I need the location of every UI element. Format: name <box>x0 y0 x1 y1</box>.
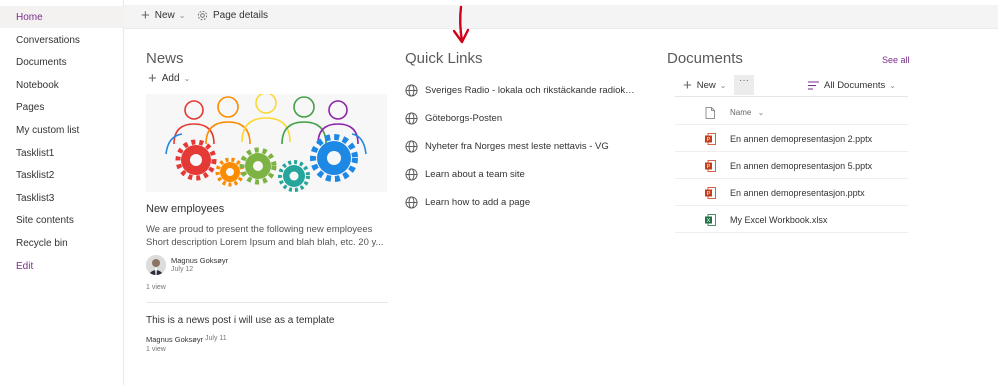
quick-link-item[interactable]: Learn how to add a page <box>405 196 530 209</box>
globe-icon <box>405 112 418 125</box>
nav-item-conversations[interactable]: Conversations <box>16 34 80 47</box>
svg-text:P: P <box>707 164 711 170</box>
quick-links-title: Quick Links <box>405 50 483 67</box>
chevron-down-icon: ⌄ <box>183 74 191 83</box>
news-section-title: News <box>146 50 184 67</box>
quick-link-item[interactable]: Göteborgs-Posten <box>405 112 502 125</box>
svg-text:P: P <box>707 191 711 197</box>
chevron-down-icon: ⌄ <box>757 108 765 117</box>
nav-item-recycle-bin[interactable]: Recycle bin <box>16 237 68 250</box>
news-add-label: Add <box>161 73 180 84</box>
documents-new-button[interactable]: + New ⌄ <box>683 76 727 94</box>
more-options-button[interactable]: ··· <box>734 75 754 95</box>
page-details-button[interactable]: Page details <box>197 10 268 21</box>
nav-item-my-custom-list[interactable]: My custom list <box>16 124 79 137</box>
news-post-views: 1 view <box>146 284 166 291</box>
quick-link-item[interactable]: Learn about a team site <box>405 168 525 181</box>
quick-link-label: Sveriges Radio - lokala och rikstäckande… <box>425 85 635 96</box>
news-post-views: 1 view <box>146 346 166 353</box>
document-row[interactable]: P En annen demopresentasjon.pptx <box>675 179 908 206</box>
chevron-down-icon: ⌄ <box>889 81 896 90</box>
new-button-label: New <box>154 10 175 21</box>
annotation-arrow-icon <box>452 5 470 44</box>
news-desc-line2: Short description Lorem Ipsum and blah b… <box>146 237 384 248</box>
document-name: My Excel Workbook.xlsx <box>730 215 828 225</box>
powerpoint-icon: P <box>705 133 716 145</box>
nav-item-home[interactable]: Home <box>16 11 43 24</box>
news-post-date: July 12 <box>171 266 194 273</box>
nav-item-tasklist3[interactable]: Tasklist3 <box>16 192 54 205</box>
see-all-link[interactable]: See all <box>882 55 910 65</box>
command-bar: + New ⌄ Page details <box>124 5 998 29</box>
news-desc-line1: We are proud to present the following ne… <box>146 224 373 235</box>
news-post-title[interactable]: New employees <box>146 203 224 215</box>
news-post-author[interactable]: Magnus Goksøyr <box>171 256 228 265</box>
document-name: En annen demopresentasjon 2.pptx <box>730 134 873 144</box>
person-avatar-icon <box>146 255 166 275</box>
document-row[interactable]: P En annen demopresentasjon 5.pptx <box>675 152 908 179</box>
plus-icon: + <box>148 69 157 87</box>
nav-item-documents[interactable]: Documents <box>16 56 67 69</box>
news-divider <box>146 302 388 303</box>
document-row[interactable]: P En annen demopresentasjon 2.pptx <box>675 125 908 152</box>
chevron-down-icon: ⌄ <box>178 11 186 20</box>
quick-link-label: Nyheter fra Norges mest leste nettavis -… <box>425 141 609 152</box>
avatar <box>146 255 166 275</box>
file-type-icon <box>705 107 715 119</box>
new-button[interactable]: + New ⌄ <box>141 6 186 24</box>
name-column-label: Name <box>730 108 752 117</box>
news-post-title[interactable]: This is a news post i will use as a temp… <box>146 315 334 326</box>
globe-icon <box>405 196 418 209</box>
globe-icon <box>405 168 418 181</box>
left-navigation: Home Conversations Documents Notebook Pa… <box>0 0 124 385</box>
news-post-image[interactable] <box>146 94 387 192</box>
people-gears-illustration <box>165 94 367 192</box>
page-details-label: Page details <box>213 10 269 21</box>
nav-edit-link[interactable]: Edit <box>16 260 33 273</box>
documents-section-title: Documents <box>667 50 743 67</box>
gear-icon <box>197 10 208 21</box>
plus-icon: + <box>683 76 692 94</box>
powerpoint-icon: P <box>705 187 716 199</box>
name-column-header[interactable]: Name ⌄ <box>730 108 764 117</box>
news-add-button[interactable]: + Add ⌄ <box>148 69 191 87</box>
quick-link-label: Göteborgs-Posten <box>425 113 503 124</box>
nav-item-site-contents[interactable]: Site contents <box>16 214 74 227</box>
document-name: En annen demopresentasjon.pptx <box>730 188 865 198</box>
documents-header-row: Name ⌄ <box>675 99 908 125</box>
powerpoint-icon: P <box>705 160 716 172</box>
nav-item-pages[interactable]: Pages <box>16 101 44 114</box>
nav-item-notebook[interactable]: Notebook <box>16 79 59 92</box>
svg-text:P: P <box>707 137 711 143</box>
globe-icon <box>405 140 418 153</box>
quick-link-item[interactable]: Nyheter fra Norges mest leste nettavis -… <box>405 140 609 153</box>
list-view-icon <box>808 81 819 90</box>
quick-link-label: Learn about a team site <box>425 169 525 180</box>
view-selector[interactable]: All Documents ⌄ <box>808 80 896 91</box>
quick-link-item[interactable]: Sveriges Radio - lokala och rikstäckande… <box>405 84 635 97</box>
nav-item-tasklist2[interactable]: Tasklist2 <box>16 169 54 182</box>
news-post-date: July 11 <box>205 335 227 342</box>
news-post-description: We are proud to present the following ne… <box>146 223 388 249</box>
document-name: En annen demopresentasjon 5.pptx <box>730 161 873 171</box>
quick-link-label: Learn how to add a page <box>425 197 531 208</box>
nav-item-tasklist1[interactable]: Tasklist1 <box>16 147 54 160</box>
svg-text:X: X <box>707 218 711 224</box>
document-row[interactable]: X My Excel Workbook.xlsx <box>675 206 908 233</box>
news-post-author[interactable]: Magnus Goksøyr <box>146 335 203 344</box>
plus-icon: + <box>141 6 150 24</box>
excel-icon: X <box>705 214 716 226</box>
globe-icon <box>405 84 418 97</box>
chevron-down-icon: ⌄ <box>719 81 727 90</box>
documents-new-label: New <box>696 80 716 91</box>
view-selector-label: All Documents <box>824 80 886 91</box>
